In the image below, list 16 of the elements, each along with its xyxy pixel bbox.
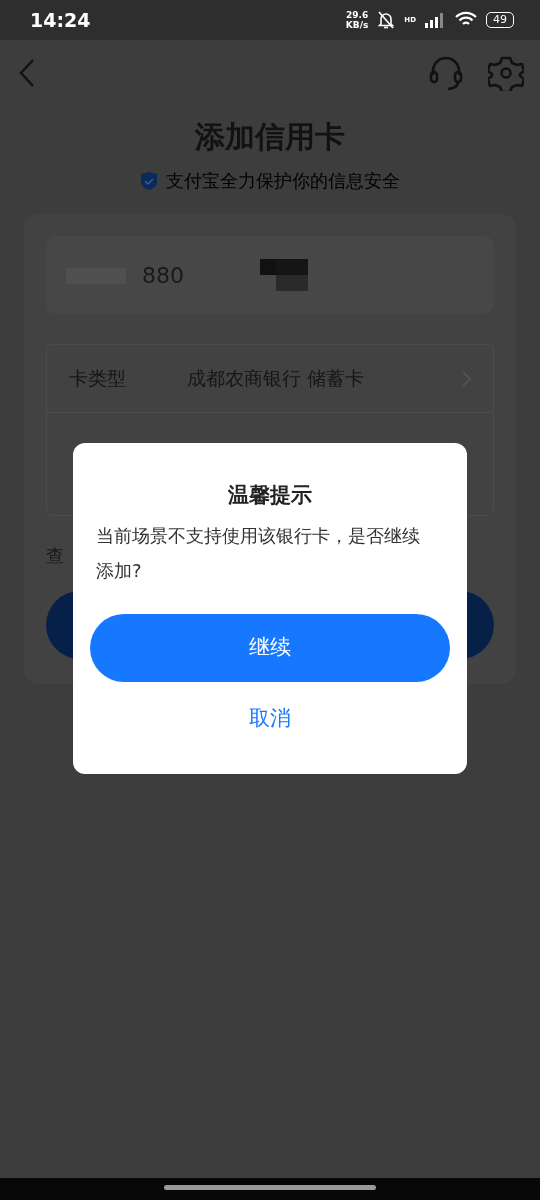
home-indicator[interactable] bbox=[164, 1185, 376, 1190]
muted-bell-icon bbox=[376, 10, 397, 30]
headset-icon[interactable] bbox=[428, 55, 464, 91]
network-speed: 29.6 KB/s bbox=[345, 10, 369, 30]
signal-icon bbox=[424, 12, 446, 28]
status-time: 14:24 bbox=[30, 7, 91, 33]
settings-icon[interactable] bbox=[488, 55, 524, 91]
cancel-button[interactable]: 取消 bbox=[243, 702, 297, 736]
continue-button[interactable]: 继续 bbox=[90, 614, 450, 683]
redaction-drawing bbox=[260, 259, 308, 291]
back-icon[interactable] bbox=[18, 58, 36, 88]
security-note: 支付宝全力保护你的信息安全 bbox=[166, 169, 400, 193]
dialog-title: 温馨提示 bbox=[227, 483, 313, 509]
battery-indicator: 49 bbox=[486, 12, 514, 28]
shield-icon bbox=[140, 170, 158, 191]
dialog-message: 当前场景不支持使用该银行卡，是否继续添加? bbox=[95, 524, 421, 584]
